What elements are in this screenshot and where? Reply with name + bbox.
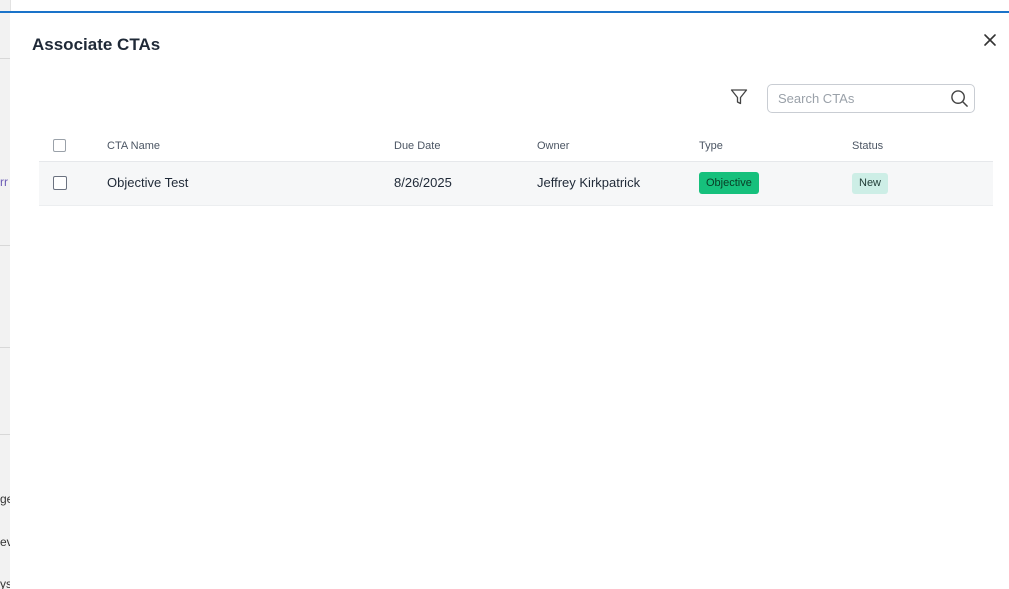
- background-divider: [0, 58, 10, 59]
- column-header-owner[interactable]: Owner: [537, 140, 569, 152]
- dialog-title: Associate CTAs: [32, 35, 161, 54]
- background-divider: [0, 347, 10, 348]
- status-badge: New: [852, 173, 889, 194]
- column-header-type[interactable]: Type: [699, 140, 723, 152]
- close-button[interactable]: [982, 32, 998, 48]
- type-badge: Objective: [699, 172, 759, 194]
- row-checkbox[interactable]: [53, 176, 67, 190]
- owner-cell: Jeffrey Kirkpatrick: [537, 175, 641, 190]
- search-box: [767, 84, 975, 113]
- close-icon: [984, 34, 996, 46]
- search-icon[interactable]: [950, 89, 969, 108]
- search-input[interactable]: [778, 85, 938, 112]
- cta-name-cell[interactable]: Objective Test: [107, 175, 188, 190]
- due-date-cell: 8/26/2025: [394, 175, 452, 190]
- column-header-status[interactable]: Status: [852, 140, 883, 152]
- cta-table: CTA Name Due Date Owner Type Status Obje…: [39, 135, 993, 206]
- column-header-cta-name[interactable]: CTA Name: [107, 140, 160, 152]
- select-all-checkbox[interactable]: [53, 139, 66, 152]
- background-divider: [0, 434, 10, 435]
- background-divider: [0, 245, 10, 246]
- table-row[interactable]: Objective Test 8/26/2025 Jeffrey Kirkpat…: [39, 162, 993, 206]
- background-text: rr: [0, 175, 8, 189]
- associate-ctas-dialog: Associate CTAs CTA Name Due Date Owner T…: [10, 13, 1009, 589]
- column-header-due-date[interactable]: Due Date: [394, 140, 440, 152]
- filter-icon: [730, 89, 748, 105]
- table-header: CTA Name Due Date Owner Type Status: [39, 135, 993, 162]
- filter-button[interactable]: [729, 87, 749, 107]
